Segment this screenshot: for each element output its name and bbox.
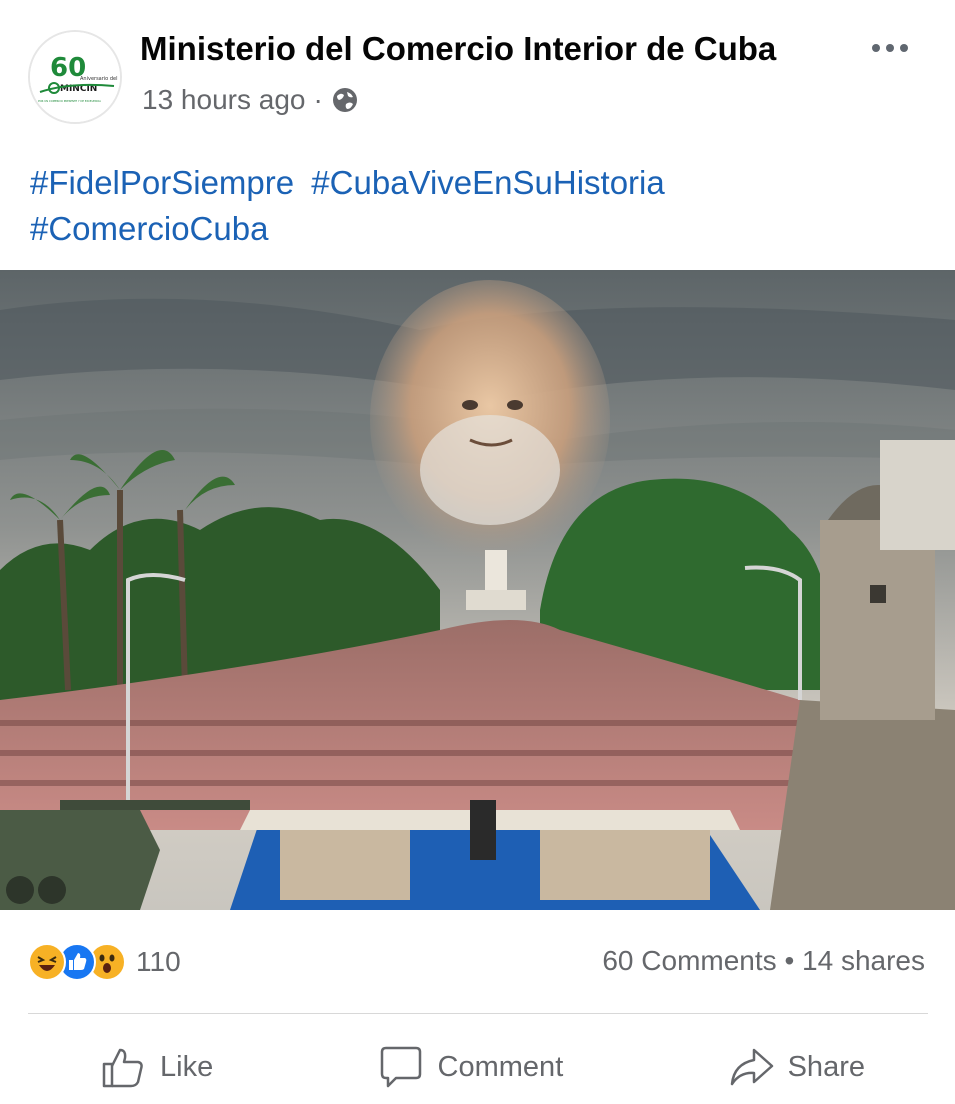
comments-count-link[interactable]: 60 Comments [602, 945, 776, 976]
post-photo[interactable] [0, 270, 955, 910]
stats-divider [28, 1013, 928, 1014]
meta-separator: · [313, 84, 323, 115]
like-label: Like [160, 1050, 214, 1083]
more-options-button[interactable] [865, 28, 915, 68]
more-dot-icon [886, 44, 894, 52]
comment-icon [380, 1046, 421, 1088]
engagement-counts: 60 Comments • 14 shares [602, 945, 925, 977]
haha-reaction-icon [28, 943, 66, 981]
share-label: Share [787, 1050, 865, 1083]
post-caption: #FidelPorSiempre #CubaViveEnSuHistoria #… [30, 160, 930, 252]
rally-image [0, 270, 955, 910]
mincin-logo: 60 Aniversario del MINCIN POR UN COMERCI… [30, 32, 120, 122]
share-button[interactable]: Share [728, 1030, 865, 1104]
more-dot-icon [872, 44, 880, 52]
reactions-summary[interactable]: 110 [28, 943, 181, 981]
svg-text:Aniversario del: Aniversario del [80, 76, 117, 82]
post-timestamp[interactable]: 13 hours ago [142, 84, 305, 116]
post-header: 60 Aniversario del MINCIN POR UN COMERCI… [0, 0, 955, 140]
comment-button[interactable]: Comment [378, 1030, 564, 1104]
counts-bullet: • [784, 945, 795, 976]
hashtag-link[interactable]: #ComercioCuba [30, 210, 268, 247]
post-meta: 13 hours ago · [142, 84, 359, 116]
share-arrow-icon [730, 1048, 773, 1086]
globe-icon [332, 88, 357, 112]
shares-count-link[interactable]: 14 shares [802, 945, 925, 976]
hashtag-link[interactable]: #FidelPorSiempre [30, 164, 294, 201]
hashtag-link[interactable]: #CubaViveEnSuHistoria [311, 164, 664, 201]
like-button[interactable]: Like [100, 1030, 213, 1104]
page-name[interactable]: Ministerio del Comercio Interior de Cuba [140, 30, 776, 68]
post-stats: 110 60 Comments • 14 shares [0, 935, 955, 991]
post-actions-bar: Like Comment Share [0, 1030, 955, 1104]
reaction-count: 110 [136, 946, 181, 977]
comment-label: Comment [437, 1050, 564, 1083]
thumbs-up-icon [102, 1048, 143, 1088]
page-avatar[interactable]: 60 Aniversario del MINCIN POR UN COMERCI… [28, 30, 122, 124]
svg-text:POR UN COMERCIO PRESENTE Y DE: POR UN COMERCIO PRESENTE Y DE EXCELENCIA [38, 99, 101, 103]
more-dot-icon [900, 44, 908, 52]
